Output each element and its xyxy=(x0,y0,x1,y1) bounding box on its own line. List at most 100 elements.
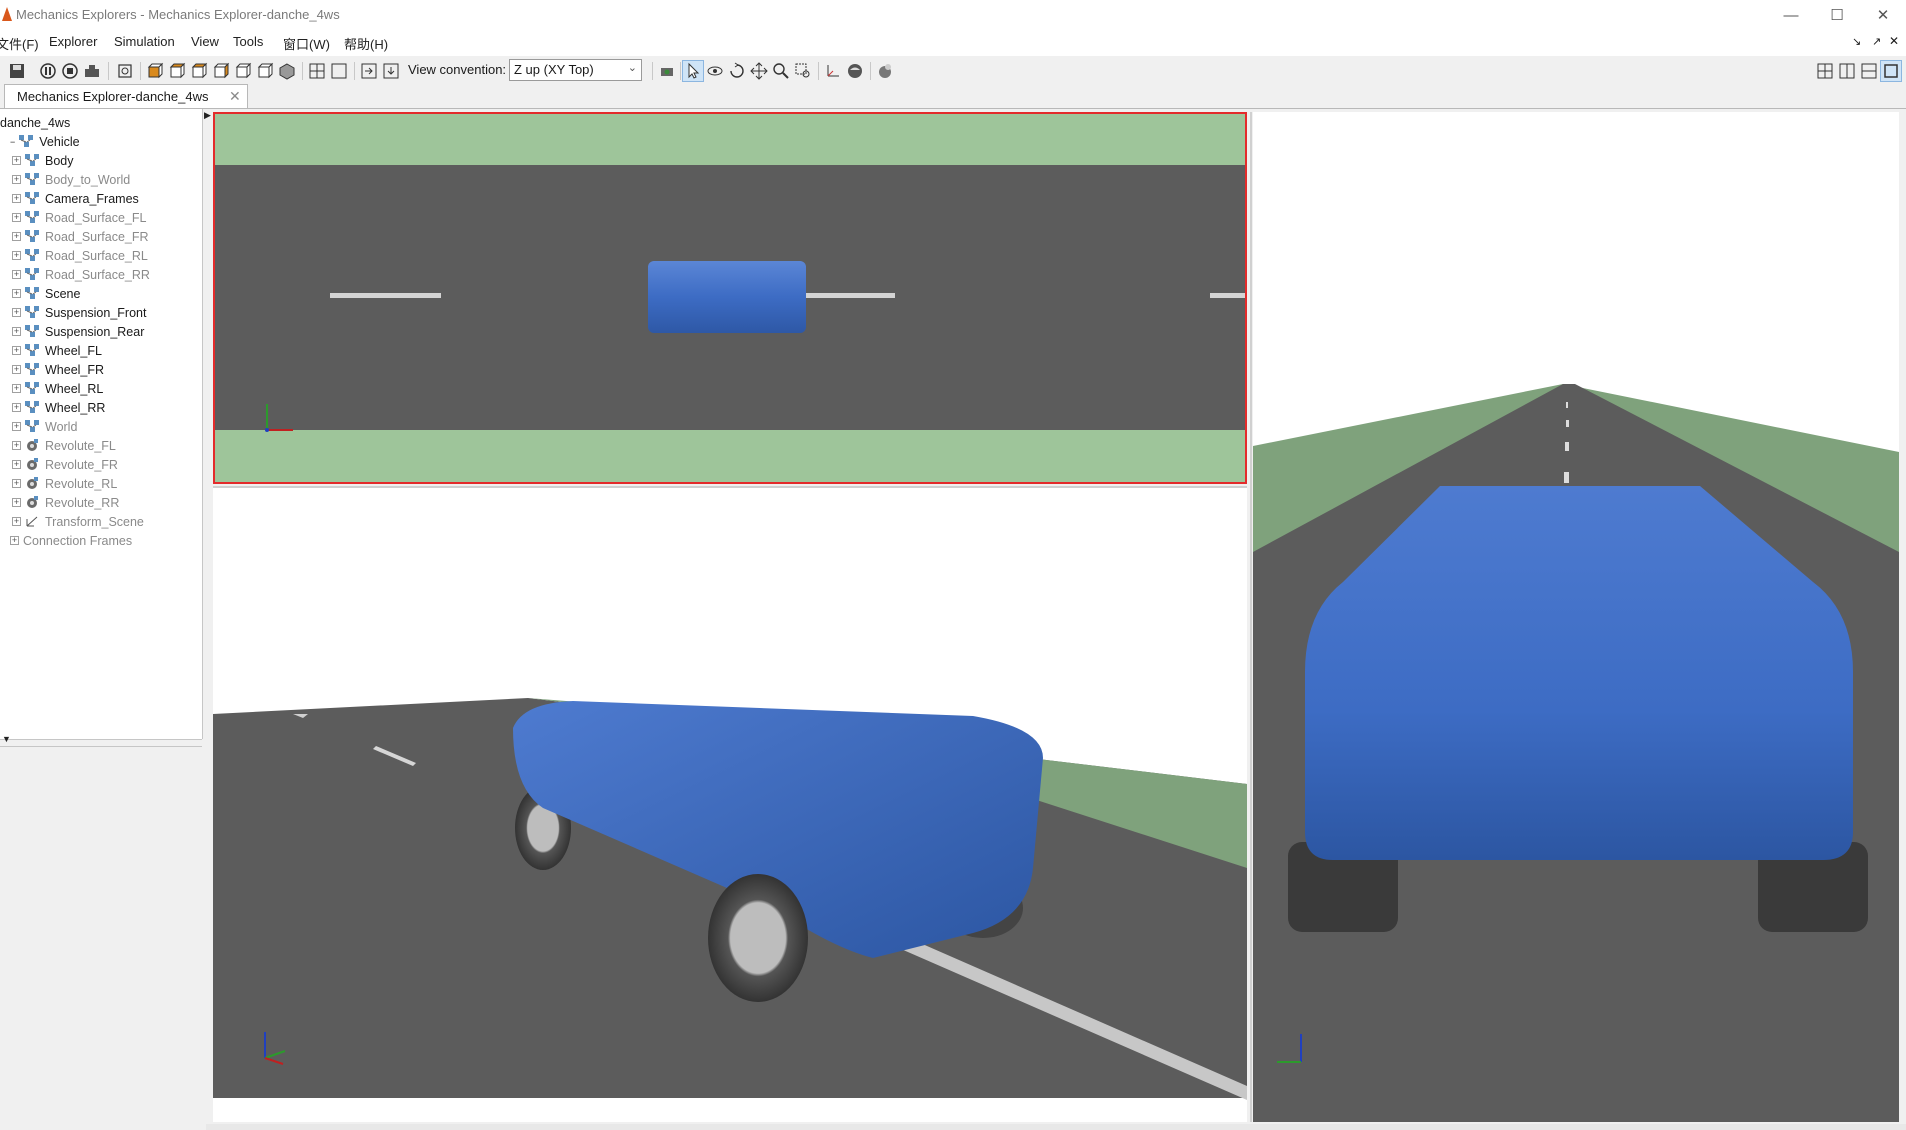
view-back-button[interactable] xyxy=(166,60,188,82)
tree-node-frame[interactable]: + Road_Surface_FR xyxy=(12,227,149,246)
expand-icon[interactable]: + xyxy=(12,175,21,184)
tree-node-joint[interactable]: + Revolute_RL xyxy=(12,474,117,493)
expand-icon[interactable]: + xyxy=(12,213,21,222)
expand-icon[interactable]: + xyxy=(10,536,19,545)
horizontal-scrollbar[interactable] xyxy=(206,1124,1906,1130)
layout-vertical-button[interactable] xyxy=(1836,60,1858,82)
expand-icon[interactable]: + xyxy=(12,403,21,412)
close-button[interactable]: ✕ xyxy=(1860,0,1906,30)
zoom-tool-button[interactable] xyxy=(770,60,792,82)
expand-icon[interactable]: + xyxy=(12,498,21,507)
render-button[interactable] xyxy=(844,60,866,82)
expand-icon[interactable]: + xyxy=(12,156,21,165)
layout-horizontal-button[interactable] xyxy=(1858,60,1880,82)
tree-node-frame[interactable]: + Camera_Frames xyxy=(12,189,139,208)
menu-window[interactable]: 窗口(W) xyxy=(283,34,330,53)
layout-four-button[interactable] xyxy=(1814,60,1836,82)
collapse-panel-icon[interactable]: ▶ xyxy=(204,110,211,121)
export-button[interactable] xyxy=(380,60,402,82)
tree-node-frame[interactable]: + Road_Surface_RL xyxy=(12,246,148,265)
expand-icon[interactable]: + xyxy=(12,346,21,355)
expand-icon[interactable]: + xyxy=(12,441,21,450)
expand-icon[interactable]: + xyxy=(12,289,21,298)
tree-node-joint[interactable]: + Revolute_FR xyxy=(12,455,118,474)
menu-view[interactable]: View xyxy=(191,34,219,49)
tree-node-frame[interactable]: + Suspension_Rear xyxy=(12,322,144,341)
expand-icon[interactable]: + xyxy=(12,422,21,431)
tree-node-frame[interactable]: + Road_Surface_RR xyxy=(12,265,150,284)
tree-node-frame[interactable]: + Body_to_World xyxy=(12,170,130,189)
tree-node-vehicle[interactable]: − Vehicle xyxy=(10,132,80,151)
menu-help[interactable]: 帮助(H) xyxy=(344,34,388,53)
menu-tools[interactable]: Tools xyxy=(233,34,263,49)
view-right-button[interactable] xyxy=(254,60,276,82)
menu-explorer[interactable]: Explorer xyxy=(49,34,97,49)
perspective-view-pane[interactable] xyxy=(213,488,1247,1122)
expanded-icon[interactable]: − xyxy=(10,137,15,147)
tab-close-icon[interactable]: ✕ xyxy=(229,88,241,105)
menu-file[interactable]: 文件(F) xyxy=(0,34,39,53)
single-view-button[interactable] xyxy=(328,60,350,82)
undock-icon[interactable]: ↘ xyxy=(1852,35,1861,48)
view-top-button[interactable] xyxy=(188,60,210,82)
expand-icon[interactable]: + xyxy=(12,460,21,469)
close-document-icon[interactable]: ✕ xyxy=(1889,34,1899,48)
view-front-button[interactable] xyxy=(144,60,166,82)
record-button[interactable] xyxy=(81,60,103,82)
zoom-box-icon xyxy=(795,63,810,78)
tree-splitter[interactable] xyxy=(0,739,202,747)
tree-node-frame[interactable]: + Wheel_RL xyxy=(12,379,103,398)
top-view-pane[interactable] xyxy=(213,112,1247,484)
expand-icon[interactable]: + xyxy=(12,251,21,260)
select-tool-button[interactable] xyxy=(682,60,704,82)
expand-icon[interactable]: + xyxy=(12,517,21,526)
tree-node-frame[interactable]: + Wheel_FR xyxy=(12,360,104,379)
tree-node-joint[interactable]: + Revolute_FL xyxy=(12,436,116,455)
tree-node-connection-frames[interactable]: + Connection Frames xyxy=(10,531,132,550)
fit-to-view-button[interactable] xyxy=(114,60,136,82)
pause-button[interactable] xyxy=(37,60,59,82)
tree-node-frame[interactable]: + Wheel_RR xyxy=(12,398,105,417)
tree-node-joint[interactable]: + Revolute_RR xyxy=(12,493,119,512)
tab-mechanics-explorer[interactable]: Mechanics Explorer-danche_4ws ✕ xyxy=(4,84,248,108)
dock-icon[interactable]: ↗ xyxy=(1872,35,1881,48)
lighting-button[interactable] xyxy=(874,60,896,82)
expand-icon[interactable]: + xyxy=(12,232,21,241)
import-button[interactable] xyxy=(358,60,380,82)
save-button[interactable] xyxy=(6,60,28,82)
view-convention-dropdown[interactable]: Z up (XY Top) ⌄ xyxy=(509,59,642,81)
expand-icon[interactable]: + xyxy=(12,365,21,374)
tree-node-frame[interactable]: + World xyxy=(12,417,77,436)
tree-node-frame[interactable]: + Suspension_Front xyxy=(12,303,146,322)
camera-settings-button[interactable] xyxy=(656,60,678,82)
tree-node-frame[interactable]: + Wheel_FL xyxy=(12,341,102,360)
view-splitter-vertical[interactable] xyxy=(1250,112,1252,1122)
view-left-button[interactable] xyxy=(232,60,254,82)
expand-icon[interactable]: + xyxy=(12,327,21,336)
tree-node-joint[interactable]: + Transform_Scene xyxy=(12,512,144,531)
expand-icon[interactable]: + xyxy=(12,308,21,317)
stop-button[interactable] xyxy=(59,60,81,82)
view-iso-button[interactable] xyxy=(276,60,298,82)
maximize-button[interactable]: ☐ xyxy=(1814,0,1860,30)
minimize-button[interactable]: — xyxy=(1768,0,1814,30)
rotate-tool-button[interactable] xyxy=(704,60,726,82)
rear-view-pane[interactable] xyxy=(1253,112,1899,1122)
expand-icon[interactable]: + xyxy=(12,194,21,203)
expand-icon[interactable]: + xyxy=(12,384,21,393)
expand-icon[interactable]: + xyxy=(12,270,21,279)
pan-tool-button[interactable] xyxy=(748,60,770,82)
tree-node-frame[interactable]: + Scene xyxy=(12,284,80,303)
expand-icon[interactable]: + xyxy=(12,479,21,488)
splitter-arrow-icon[interactable]: ▼ xyxy=(2,734,11,744)
layout-single-button[interactable] xyxy=(1880,60,1902,82)
menu-simulation[interactable]: Simulation xyxy=(114,34,175,49)
roll-tool-button[interactable] xyxy=(726,60,748,82)
tree-root[interactable]: danche_4ws xyxy=(0,113,70,132)
tree-node-frame[interactable]: + Body xyxy=(12,151,74,170)
tree-node-frame[interactable]: + Road_Surface_FL xyxy=(12,208,146,227)
frames-toggle-button[interactable] xyxy=(822,60,844,82)
zoom-box-button[interactable] xyxy=(792,60,814,82)
view-bottom-button[interactable] xyxy=(210,60,232,82)
four-view-button[interactable] xyxy=(306,60,328,82)
